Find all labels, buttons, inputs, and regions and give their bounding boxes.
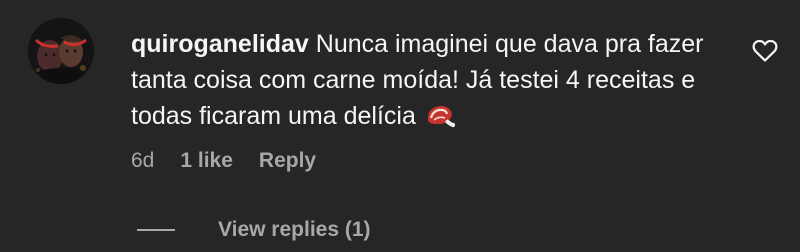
comment-time[interactable]: 6d (131, 147, 154, 175)
comment-username[interactable]: quiroganelidav (131, 30, 309, 58)
meat-emoji-icon (425, 102, 456, 128)
comment-likes[interactable]: 1 like (180, 147, 233, 175)
comment-meta: 6d 1 like Reply (131, 147, 316, 175)
view-replies-button[interactable]: View replies (1) (137, 216, 371, 244)
replies-divider-line (137, 229, 175, 231)
heart-outline-icon (752, 39, 778, 62)
comment: quiroganelidav Nunca imaginei que dava p… (0, 0, 800, 252)
like-button[interactable] (752, 39, 778, 63)
view-replies-label: View replies (1) (218, 218, 371, 241)
avatar-photo (28, 18, 94, 84)
comment-body: quiroganelidav Nunca imaginei que dava p… (131, 26, 731, 134)
avatar[interactable] (28, 18, 94, 84)
reply-button[interactable]: Reply (259, 147, 316, 175)
